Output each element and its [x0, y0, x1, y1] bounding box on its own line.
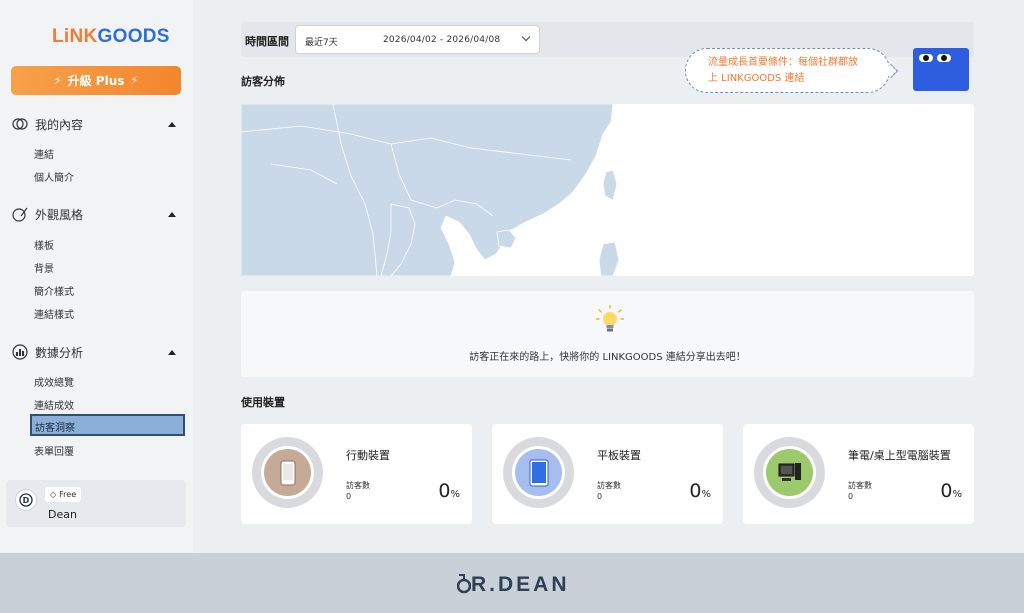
device-percent: 0% — [438, 480, 460, 502]
device-card-mobile: 行動裝置 訪客數 0 0% — [241, 424, 472, 524]
nav-group-my-content[interactable]: 我的內容 — [12, 114, 180, 134]
date-range-select[interactable]: 最近7天 2026/04/02 - 2026/04/08 — [295, 25, 540, 54]
phone-icon — [280, 460, 295, 485]
desktop-icon — [778, 462, 801, 481]
lightning-icon: ⚡ — [53, 74, 62, 87]
avatar: D — [15, 489, 37, 511]
analytics-icon — [12, 344, 28, 360]
tip-text-line1: 流量成長首要條件：每個社群都放 — [708, 57, 858, 68]
empty-state-card: 訪客正在來的路上，快將你的 LINKGOODS 連結分享出去吧！ — [241, 291, 974, 377]
range-dates: 2026/04/02 - 2026/04/08 — [383, 35, 501, 45]
nav-item-profile[interactable]: 個人簡介 — [34, 169, 74, 184]
nav-group-label: 我的內容 — [35, 117, 84, 132]
nav-item-links[interactable]: 連結 — [34, 146, 54, 161]
device-ring — [252, 437, 323, 508]
svg-text:D: D — [23, 496, 30, 505]
layers-icon — [12, 116, 28, 132]
device-card-tablet: 平板裝置 訪客數 0 0% — [492, 424, 723, 524]
caret-up-icon — [168, 211, 176, 217]
nav-group-label: 數據分析 — [35, 345, 84, 360]
nav-item-form-responses[interactable]: 表單回覆 — [34, 443, 74, 458]
tip-bubble: 流量成長首要條件：每個社群都放 上 LINKGOODS 連結 — [685, 48, 899, 93]
device-ring — [503, 437, 574, 508]
diamond-icon: ◇ — [50, 490, 57, 499]
caret-up-icon — [168, 349, 176, 355]
visitors-label: 訪客數 — [597, 481, 621, 490]
visitors-count: 0 — [346, 492, 352, 501]
time-range-label: 時間區間 — [245, 35, 289, 48]
sidebar: LiNKGOODS ⚡ 升級 Plus ⚡ 我的內容 連結 個人簡介 外觀風格 … — [0, 0, 193, 553]
device-card-desktop: 筆電/桌上型電腦裝置 訪客數 0 0% — [743, 424, 974, 524]
device-name: 行動裝置 — [346, 449, 390, 462]
mascot-icon — [913, 48, 969, 91]
user-card[interactable]: D ◇ Free Dean — [6, 480, 186, 527]
user-name: Dean — [48, 508, 77, 521]
visitors-label: 訪客數 — [346, 481, 370, 490]
visitors-count: 0 — [597, 492, 603, 501]
upgrade-plus-button[interactable]: ⚡ 升級 Plus ⚡ — [11, 66, 181, 95]
plan-badge: ◇ Free — [45, 487, 82, 502]
caret-up-icon — [168, 121, 176, 127]
range-name: 最近7天 — [305, 38, 338, 48]
nav-item-background[interactable]: 背景 — [34, 260, 54, 275]
palette-icon — [12, 206, 28, 222]
nav-group-analytics[interactable]: 數據分析 — [12, 342, 180, 362]
visitor-map[interactable] — [241, 104, 974, 276]
visitors-label: 訪客數 — [848, 481, 872, 490]
nav-item-link-style[interactable]: 連結樣式 — [34, 306, 74, 321]
nav-item-performance-overview[interactable]: 成效總覽 — [34, 374, 74, 389]
world-map — [241, 104, 974, 276]
main-content: 時間區間 最近7天 2026/04/02 - 2026/04/08 訪客分佈 流… — [193, 0, 1024, 553]
nav-group-label: 外觀風格 — [35, 207, 84, 222]
nav-item-profile-style[interactable]: 簡介樣式 — [34, 283, 74, 298]
lightbulb-icon — [595, 304, 625, 339]
lightning-icon: ⚡ — [130, 74, 139, 87]
nav-item-link-performance[interactable]: 連結成效 — [34, 397, 74, 412]
device-percent: 0% — [689, 480, 711, 502]
tablet-icon — [529, 459, 548, 486]
visitor-distribution-title: 訪客分佈 — [241, 75, 285, 88]
nav-group-appearance[interactable]: 外觀風格 — [12, 204, 180, 224]
device-ring — [754, 437, 825, 508]
tip-text-line2: 上 LINKGOODS 連結 — [708, 73, 805, 84]
device-percent: 0% — [940, 480, 962, 502]
app-logo[interactable]: LiNKGOODS — [52, 26, 170, 48]
device-name: 平板裝置 — [597, 449, 641, 462]
nav-item-visitor-insights[interactable]: 訪客洞察 — [30, 414, 185, 436]
chevron-down-icon — [521, 32, 531, 42]
footer-brand: R.DEAN — [456, 572, 570, 597]
footer: R.DEAN — [0, 553, 1024, 613]
devices-title: 使用裝置 — [241, 396, 285, 409]
empty-state-message: 訪客正在來的路上，快將你的 LINKGOODS 連結分享出去吧！ — [469, 352, 746, 363]
device-name: 筆電/桌上型電腦裝置 — [848, 449, 951, 462]
drdean-logo-icon — [456, 574, 472, 594]
visitors-count: 0 — [848, 492, 854, 501]
nav-item-templates[interactable]: 樣板 — [34, 237, 54, 252]
